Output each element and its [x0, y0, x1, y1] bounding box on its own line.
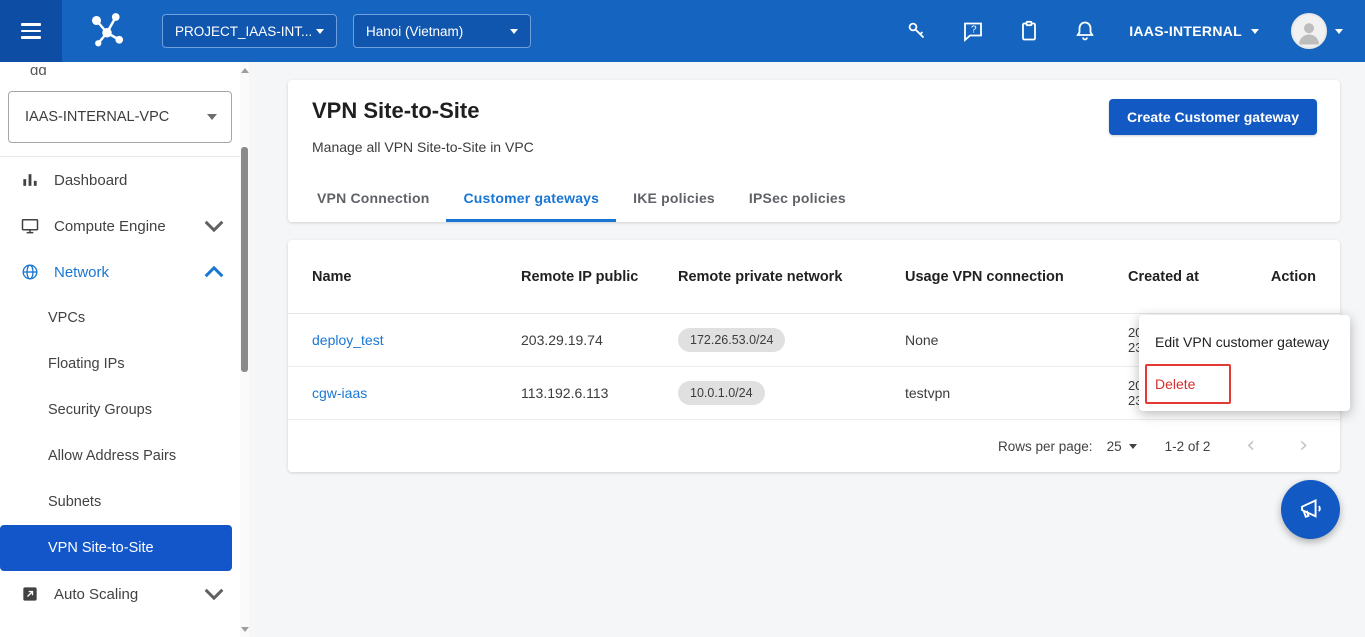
- column-header-remote-ip: Remote IP public: [521, 269, 678, 285]
- scroll-up-button[interactable]: [240, 64, 249, 76]
- region-dropdown-label: Hanoi (Vietnam): [366, 24, 463, 39]
- sidebar-item-clipped[interactable]: gg: [0, 62, 240, 75]
- chevron-down-icon: [1129, 444, 1137, 449]
- sidebar-item-label: Auto Scaling: [54, 586, 190, 603]
- project-dropdown[interactable]: PROJECT_IAAS-INT...: [162, 14, 337, 48]
- table-header-row: Name Remote IP public Remote private net…: [288, 240, 1340, 314]
- sidebar-item-security-groups[interactable]: Security Groups: [0, 387, 240, 433]
- remote-ip-value: 203.29.19.74: [521, 332, 678, 348]
- menu-item-edit-gateway[interactable]: Edit VPN customer gateway: [1139, 321, 1350, 363]
- column-header-action: Action: [1258, 269, 1316, 285]
- account-menu[interactable]: IAAS-INTERNAL: [1129, 23, 1259, 39]
- sidebar: gg IAAS-INTERNAL-VPC Dashboard Compute E…: [0, 62, 240, 637]
- column-header-created-at: Created at: [1128, 269, 1258, 285]
- sidebar-item-label: Network: [54, 264, 190, 281]
- triangle-down-icon: [241, 627, 249, 632]
- sidebar-item-dashboard[interactable]: Dashboard: [0, 157, 240, 203]
- tab-vpn-connection[interactable]: VPN Connection: [300, 190, 446, 222]
- pagination-range: 1-2 of 2: [1165, 439, 1211, 454]
- sidebar-item-vpn-site-to-site[interactable]: VPN Site-to-Site: [0, 525, 232, 571]
- hamburger-icon: [21, 23, 41, 26]
- megaphone-icon: [1297, 496, 1324, 523]
- project-dropdown-label: PROJECT_IAAS-INT...: [175, 24, 312, 39]
- menu-button[interactable]: [0, 0, 62, 62]
- sidebar-item-network[interactable]: Network: [0, 249, 240, 295]
- usage-value: testvpn: [905, 385, 1128, 401]
- chevron-down-icon: [207, 114, 217, 120]
- sidebar-item-label: Dashboard: [54, 172, 224, 189]
- account-label: IAAS-INTERNAL: [1129, 23, 1242, 39]
- sidebar-scrollbar[interactable]: [240, 62, 249, 637]
- chevron-down-icon: [1251, 29, 1259, 34]
- monitor-icon: [20, 216, 40, 236]
- sidebar-item-auto-scaling[interactable]: Auto Scaling: [0, 571, 240, 617]
- chevron-down-icon: [1335, 29, 1343, 34]
- gateway-name-link[interactable]: cgw-iaas: [312, 385, 367, 401]
- app-logo[interactable]: [86, 10, 128, 52]
- previous-page-button[interactable]: ‹: [1238, 436, 1263, 456]
- sidebar-item-compute-engine[interactable]: Compute Engine: [0, 203, 240, 249]
- key-icon[interactable]: [905, 19, 929, 43]
- chevron-up-icon: [204, 262, 224, 282]
- tab-customer-gateways[interactable]: Customer gateways: [446, 190, 616, 222]
- scrollbar-thumb[interactable]: [241, 147, 248, 372]
- network-chip: 10.0.1.0/24: [678, 381, 765, 405]
- vpc-selector-label: IAAS-INTERNAL-VPC: [25, 109, 169, 125]
- region-dropdown[interactable]: Hanoi (Vietnam): [353, 14, 531, 48]
- auto-scaling-icon: [20, 584, 40, 604]
- page-subtitle: Manage all VPN Site-to-Site in VPC: [312, 139, 1316, 155]
- chevron-down-icon: [204, 584, 224, 604]
- menu-item-delete[interactable]: Delete: [1139, 363, 1350, 405]
- sidebar-item-floating-ips[interactable]: Floating IPs: [0, 341, 240, 387]
- vpc-selector-dropdown[interactable]: IAAS-INTERNAL-VPC: [8, 91, 232, 143]
- tab-ipsec-policies[interactable]: IPSec policies: [732, 190, 863, 222]
- create-customer-gateway-button[interactable]: Create Customer gateway: [1109, 99, 1317, 135]
- scroll-down-button[interactable]: [240, 623, 249, 635]
- bar-chart-icon: [20, 170, 40, 190]
- main-content: VPN Site-to-Site Manage all VPN Site-to-…: [249, 62, 1365, 637]
- remote-ip-value: 113.192.6.113: [521, 385, 678, 401]
- column-header-name: Name: [312, 269, 521, 285]
- sidebar-item-vpcs[interactable]: VPCs: [0, 295, 240, 341]
- tab-bar: VPN Connection Customer gateways IKE pol…: [300, 190, 863, 222]
- column-header-remote-network: Remote private network: [678, 269, 905, 285]
- tab-ike-policies[interactable]: IKE policies: [616, 190, 732, 222]
- notifications-bell-icon[interactable]: [1073, 19, 1097, 43]
- gateway-name-link[interactable]: deploy_test: [312, 332, 384, 348]
- next-page-button[interactable]: ›: [1291, 436, 1316, 456]
- usage-value: None: [905, 332, 1128, 348]
- chevron-down-icon: [316, 29, 324, 34]
- logo-icon: [86, 10, 128, 52]
- rows-per-page-select[interactable]: 25: [1107, 439, 1137, 454]
- top-bar: PROJECT_IAAS-INT... Hanoi (Vietnam) ?: [0, 0, 1365, 62]
- support-chat-icon[interactable]: ?: [961, 19, 985, 43]
- top-bar-actions: ? IAAS-INTERNAL: [905, 13, 1365, 49]
- triangle-up-icon: [241, 68, 249, 73]
- row-action-context-menu: Edit VPN customer gateway Delete: [1139, 315, 1350, 411]
- avatar: [1291, 13, 1327, 49]
- clipboard-icon[interactable]: [1017, 19, 1041, 43]
- table-footer: Rows per page: 25 1-2 of 2 ‹ ›: [288, 420, 1340, 472]
- rows-per-page-label: Rows per page:: [998, 439, 1093, 454]
- avatar-menu[interactable]: [1291, 13, 1343, 49]
- chevron-down-icon: [204, 216, 224, 236]
- page-header-card: VPN Site-to-Site Manage all VPN Site-to-…: [288, 80, 1340, 222]
- svg-text:?: ?: [971, 25, 977, 36]
- sidebar-item-label: Compute Engine: [54, 218, 190, 235]
- sidebar-item-allow-address-pairs[interactable]: Allow Address Pairs: [0, 433, 240, 479]
- column-header-usage: Usage VPN connection: [905, 269, 1128, 285]
- globe-icon: [20, 262, 40, 282]
- chevron-down-icon: [510, 29, 518, 34]
- sidebar-item-subnets[interactable]: Subnets: [0, 479, 240, 525]
- network-chip: 172.26.53.0/24: [678, 328, 785, 352]
- announcement-fab-button[interactable]: [1281, 480, 1340, 539]
